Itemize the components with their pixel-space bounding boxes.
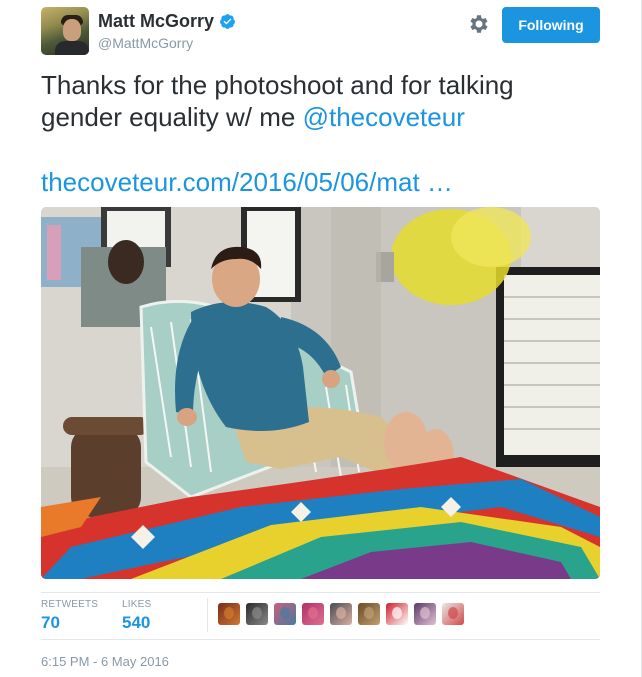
liker-avatar[interactable] [386, 603, 408, 625]
liker-avatar[interactable] [246, 603, 268, 625]
retweets-count[interactable]: 70 [41, 613, 98, 633]
tweet-text: Thanks for the photoshoot and for talkin… [41, 69, 601, 133]
author-handle[interactable]: @MattMcGorry [98, 35, 193, 51]
avatar[interactable] [41, 7, 89, 55]
liker-avatar[interactable] [218, 603, 240, 625]
stats-divider [207, 598, 208, 632]
gear-icon[interactable] [467, 12, 491, 36]
liker-avatar[interactable] [442, 603, 464, 625]
mention-link[interactable]: @thecoveteur [303, 102, 465, 132]
retweets-stat[interactable]: RETWEETS 70 [41, 599, 98, 633]
liker-avatar[interactable] [330, 603, 352, 625]
likers-avatar-list [218, 603, 470, 625]
retweets-label: RETWEETS [41, 599, 99, 610]
author-name-line: Matt McGorry [98, 11, 236, 32]
stats-bottom-divider [41, 639, 600, 640]
tweet-photo[interactable] [41, 207, 600, 579]
likes-count[interactable]: 540 [122, 613, 151, 633]
liker-avatar[interactable] [302, 603, 324, 625]
liker-avatar[interactable] [358, 603, 380, 625]
liker-avatar[interactable] [274, 603, 296, 625]
likes-stat[interactable]: LIKES 540 [122, 599, 151, 633]
author-display-name[interactable]: Matt McGorry [98, 11, 214, 32]
liker-avatar[interactable] [414, 603, 436, 625]
likes-label: LIKES [122, 599, 152, 610]
verified-badge-icon [220, 14, 235, 29]
tweet-timestamp[interactable]: 6:15 PM - 6 May 2016 [41, 654, 169, 669]
following-button[interactable]: Following [502, 7, 600, 43]
tweet-url-link[interactable]: thecoveteur.com/2016/05/06/mat … [41, 167, 453, 198]
stats-top-divider [41, 592, 600, 593]
